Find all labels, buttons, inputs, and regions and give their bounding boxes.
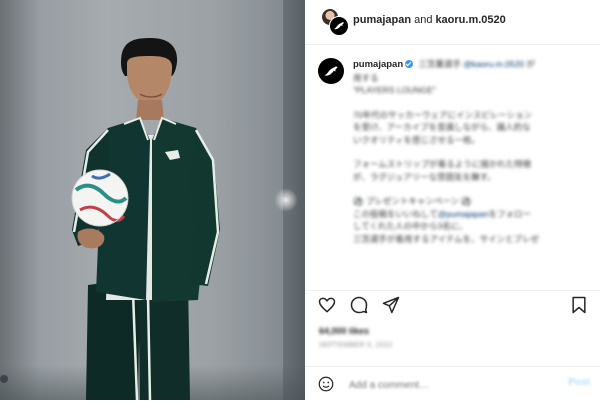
comment-icon[interactable] bbox=[349, 295, 369, 315]
collab-avatars[interactable] bbox=[321, 8, 349, 36]
caption-line-2: 用する bbox=[353, 72, 379, 83]
caption-line-3: "PLAYERS LOUNGE" bbox=[353, 85, 436, 95]
caption-text-line: を受け、アーカイブを意識しながら、踊人的な bbox=[353, 122, 531, 132]
share-icon[interactable] bbox=[381, 295, 401, 315]
comment-bar: Post bbox=[305, 366, 600, 401]
caption-mention[interactable]: @kaoru.m.0520 bbox=[463, 59, 524, 69]
avatar-pumajapan[interactable] bbox=[329, 16, 349, 36]
campaign-title: ⚽ プレゼントキャンペーン ⚽ bbox=[353, 196, 472, 206]
likes-count[interactable]: 64,000 likes bbox=[319, 326, 369, 336]
post-date: SEPTEMBER 5, 2022 bbox=[319, 342, 393, 349]
caption-text-line: いクオリティを感じさせる一枚。 bbox=[353, 134, 480, 145]
campaign-text-suffix: をフォロー bbox=[488, 208, 531, 219]
campaign-text-line: してくれた人の中から3名に、 bbox=[353, 221, 468, 231]
post-comment-button[interactable]: Post bbox=[568, 377, 590, 388]
campaign-text-line: 三笘選手が着用するアイテムを、サインとプレゼ bbox=[353, 233, 540, 244]
post-photo[interactable] bbox=[0, 0, 305, 400]
caption-text-line: フォームストリップが着るように描かれた特徴 bbox=[353, 159, 532, 169]
bookmark-icon[interactable] bbox=[569, 295, 589, 315]
caption-text-line: 70年代のサッカーウェアにインスピレーション bbox=[353, 109, 533, 120]
caption-mention-prefix: 三笘薫選手 bbox=[418, 59, 462, 69]
puma-logo-icon bbox=[324, 65, 338, 76]
owner-username[interactable]: pumajapan bbox=[353, 14, 411, 26]
heart-icon[interactable] bbox=[317, 295, 337, 315]
collaborator-username[interactable]: kaoru.m.0520 bbox=[435, 14, 505, 26]
header-usernames: pumajapan and kaoru.m.0520 bbox=[353, 14, 506, 26]
caption-username[interactable]: pumajapan bbox=[353, 59, 403, 70]
campaign-text-prefix: この投稿をいいねして bbox=[353, 208, 438, 219]
caption-mention-suffix: が bbox=[526, 59, 535, 69]
puma-logo-icon bbox=[334, 22, 344, 30]
post-panel: pumajapan and kaoru.m.0520 pumajapan 三笘薫選手… bbox=[305, 0, 600, 400]
campaign-mention[interactable]: @pumajapan bbox=[438, 209, 489, 219]
athlete-figure bbox=[71, 38, 220, 400]
comment-input[interactable] bbox=[347, 376, 561, 394]
post-header: pumajapan and kaoru.m.0520 bbox=[305, 0, 600, 45]
caption: pumajapan 三笘薫選手 @kaoru.m.0520 が 用する "PLA… bbox=[353, 58, 598, 245]
verified-badge-icon bbox=[405, 60, 414, 68]
emoji-icon[interactable] bbox=[317, 375, 335, 393]
action-bar bbox=[305, 290, 600, 317]
caption-text-line: が、ラグジュアリーな雰囲気を醸す。 bbox=[353, 171, 496, 182]
caption-avatar[interactable] bbox=[318, 58, 344, 84]
header-conjunction: and bbox=[414, 14, 433, 26]
